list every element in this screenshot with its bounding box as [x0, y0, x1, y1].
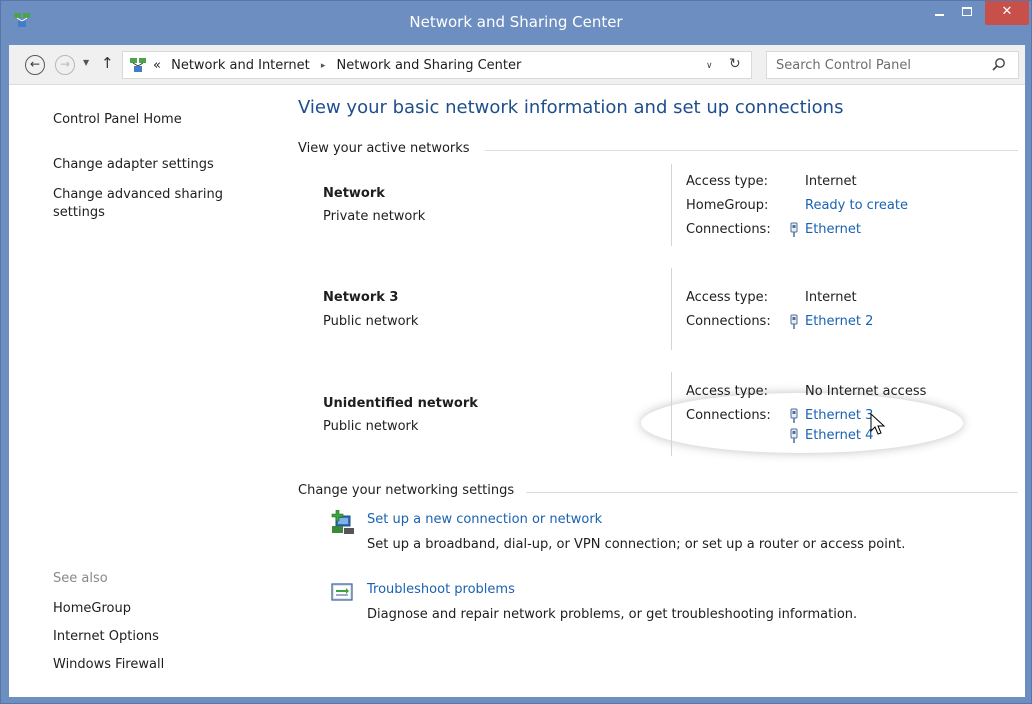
connections-label: Connections: [686, 314, 771, 329]
network-location-icon [130, 58, 146, 72]
page-title: View your basic network information and … [298, 97, 844, 118]
main-pane: View your basic network information and … [298, 85, 1025, 697]
address-field[interactable]: « Network and Internet ▸ Network and Sha… [122, 51, 752, 79]
new-connection-icon [331, 510, 354, 534]
column-divider [671, 164, 672, 246]
up-button[interactable]: ↑ [101, 54, 114, 72]
mouse-cursor-icon [870, 413, 886, 435]
setup-new-connection-link[interactable]: Set up a new connection or network [367, 512, 602, 527]
troubleshoot-problems-description: Diagnose and repair network problems, or… [367, 607, 858, 622]
homegroup-ready-link[interactable]: Ready to create [805, 198, 908, 213]
network-category[interactable]: Private network [323, 209, 425, 224]
network-name: Network [323, 186, 385, 201]
access-type-label: Access type: [686, 384, 769, 399]
column-divider [671, 268, 672, 350]
window-title: Network and Sharing Center [409, 13, 623, 31]
search-input[interactable]: Search Control Panel [766, 51, 1019, 79]
breadcrumb-separator-icon[interactable]: ▸ [321, 61, 326, 71]
search-placeholder: Search Control Panel [776, 58, 911, 73]
minimize-button[interactable] [925, 1, 953, 25]
access-type-label: Access type: [686, 174, 769, 189]
content-area: Control Panel Home Change adapter settin… [9, 85, 1025, 697]
ethernet-link[interactable]: Ethernet [805, 222, 861, 237]
network-category[interactable]: Public network [323, 419, 418, 434]
ethernet-icon [790, 428, 798, 443]
internet-options-link[interactable]: Internet Options [53, 628, 159, 646]
ethernet-2-link[interactable]: Ethernet 2 [805, 314, 873, 329]
change-advanced-sharing-link[interactable]: Change advanced sharing settings [53, 186, 243, 222]
network-category[interactable]: Public network [323, 314, 418, 329]
maximize-icon [962, 7, 972, 16]
refresh-icon[interactable]: ↻ [729, 56, 741, 72]
recent-locations-dropdown[interactable]: ▼ [83, 58, 89, 67]
back-button[interactable]: ← [25, 55, 45, 75]
section-divider [485, 150, 1018, 151]
ethernet-3-link[interactable]: Ethernet 3 [805, 408, 873, 423]
task-pane: Control Panel Home Change adapter settin… [9, 85, 279, 697]
highlight-spotlight [641, 393, 963, 453]
address-toolbar: ← → ▼ ↑ « Network and Internet ▸ Network… [9, 45, 1025, 85]
close-button[interactable]: ✕ [985, 1, 1029, 25]
column-divider [671, 372, 672, 456]
forward-button[interactable]: → [55, 55, 75, 75]
change-adapter-settings-link[interactable]: Change adapter settings [53, 156, 214, 174]
forward-arrow-icon: → [59, 57, 71, 71]
access-type-label: Access type: [686, 290, 769, 305]
see-also-label: See also [53, 571, 108, 586]
breadcrumb: « Network and Internet ▸ Network and Sha… [153, 58, 521, 73]
ethernet-4-link[interactable]: Ethernet 4 [805, 428, 873, 443]
homegroup-label: HomeGroup: [686, 198, 769, 213]
search-icon[interactable] [991, 57, 1007, 73]
access-type-value: Internet [805, 290, 857, 305]
back-arrow-icon: ← [29, 57, 41, 71]
access-type-value: Internet [805, 174, 857, 189]
minimize-icon [935, 14, 944, 16]
maximize-button[interactable] [953, 1, 981, 25]
active-networks-heading: View your active networks [298, 141, 470, 156]
title-bar[interactable]: Network and Sharing Center ✕ [1, 1, 1031, 45]
setup-new-connection-description: Set up a broadband, dial-up, or VPN conn… [367, 537, 906, 552]
breadcrumb-network-and-sharing-center[interactable]: Network and Sharing Center [337, 58, 522, 73]
ethernet-icon [790, 222, 798, 237]
connections-label: Connections: [686, 222, 771, 237]
breadcrumb-overflow[interactable]: « [153, 58, 161, 73]
up-arrow-icon: ↑ [101, 54, 114, 72]
close-icon: ✕ [1001, 4, 1013, 19]
control-panel-home-link[interactable]: Control Panel Home [53, 111, 182, 129]
address-dropdown-icon[interactable]: ∨ [706, 61, 713, 71]
network-name: Network 3 [323, 290, 399, 305]
section-divider [526, 492, 1018, 493]
windows-firewall-link[interactable]: Windows Firewall [53, 656, 164, 674]
connections-label: Connections: [686, 408, 771, 423]
ethernet-icon [790, 408, 798, 423]
access-type-value: No Internet access [805, 384, 927, 399]
window: Network and Sharing Center ✕ ← → ▼ ↑ « N… [0, 0, 1032, 704]
troubleshoot-problems-link[interactable]: Troubleshoot problems [367, 582, 515, 597]
ethernet-icon [790, 314, 798, 329]
homegroup-link[interactable]: HomeGroup [53, 600, 131, 618]
troubleshoot-icon [331, 583, 353, 601]
network-name: Unidentified network [323, 396, 478, 411]
breadcrumb-network-and-internet[interactable]: Network and Internet [171, 58, 310, 73]
networking-settings-heading: Change your networking settings [298, 483, 515, 498]
